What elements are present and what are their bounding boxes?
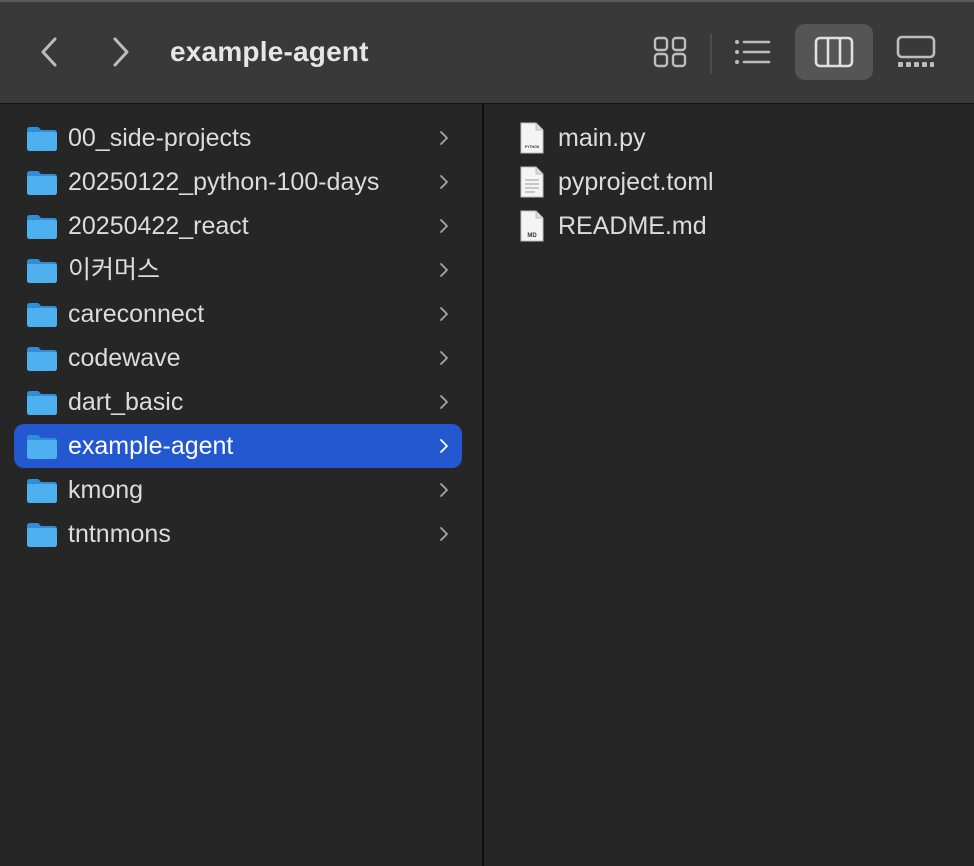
chevron-right-icon [440,439,448,453]
text-file-icon [520,166,544,198]
folder-label: 이커머스 [68,256,161,284]
folder-icon [27,303,57,327]
finder-window: example-agent 00_side-projects 20250122_… [0,0,974,866]
file-column: PYTHON main.py pyproject.toml MD README.md [484,104,974,866]
file-row[interactable]: MD README.md [520,204,940,248]
folder-icon [27,435,57,459]
folder-list: 00_side-projects 20250122_python-100-days… [14,116,462,556]
chevron-left-icon [41,37,57,67]
folder-row[interactable]: 20250422_react [14,204,462,248]
list-icon [735,40,771,64]
file-row[interactable]: pyproject.toml [520,160,940,204]
view-list-button[interactable] [713,24,791,80]
folder-label: careconnect [68,300,205,328]
chevron-right-icon [440,175,448,189]
chevron-right-icon [440,395,448,409]
folder-row[interactable]: 20250122_python-100-days [14,160,462,204]
markdown-file-icon: MD [520,210,544,242]
folder-row[interactable]: dart_basic [14,380,462,424]
file-list: PYTHON main.py pyproject.toml MD README.md [520,116,940,248]
chevron-right-icon [440,527,448,541]
view-gallery-button[interactable] [877,24,955,80]
folder-row[interactable]: 00_side-projects [14,116,462,160]
chevron-right-icon [440,307,448,321]
file-badge: MD [527,233,537,239]
folder-icon [27,347,57,371]
columns-icon [814,36,854,68]
file-label: main.py [558,124,646,152]
folder-icon [27,391,57,415]
folder-label: 20250122_python-100-days [68,168,380,196]
folder-icon [27,127,57,151]
folder-icon [27,479,57,503]
folder-row[interactable]: tntnmons [14,512,462,556]
chevron-right-icon [440,263,448,277]
folder-row[interactable]: kmong [14,468,462,512]
folder-label: codewave [68,344,181,372]
window-title: example-agent [170,36,369,67]
folder-row[interactable]: 이커머스 [14,248,462,292]
view-icons-button[interactable] [631,24,709,80]
file-label: pyproject.toml [558,168,714,196]
folder-row[interactable]: codewave [14,336,462,380]
back-button[interactable] [27,28,71,76]
chevron-right-icon [440,131,448,145]
forward-button[interactable] [99,28,143,76]
folder-icon [27,523,57,547]
file-row[interactable]: PYTHON main.py [520,116,940,160]
folder-label: 00_side-projects [68,124,252,152]
chevron-right-icon [440,483,448,497]
folder-label: example-agent [68,432,234,460]
grid-icon [653,36,687,68]
gallery-icon [896,35,936,67]
python-file-icon: PYTHON [520,122,544,154]
file-badge: PYTHON [525,145,540,149]
toolbar: example-agent [0,2,974,104]
file-label: README.md [558,212,707,240]
view-columns-button[interactable] [795,24,873,80]
chevron-right-icon [440,351,448,365]
folder-icon [27,259,57,283]
folder-icon [27,215,57,239]
folder-label: dart_basic [68,388,184,416]
folder-label: tntnmons [68,520,171,548]
folder-row[interactable]: example-agent [14,424,462,468]
folder-label: kmong [68,476,144,504]
toolbar-separator [710,34,712,74]
folder-column: 00_side-projects 20250122_python-100-days… [0,104,482,866]
chevron-right-icon [113,37,129,67]
folder-icon [27,171,57,195]
folder-label: 20250422_react [68,212,249,240]
chevron-right-icon [440,219,448,233]
folder-row[interactable]: careconnect [14,292,462,336]
